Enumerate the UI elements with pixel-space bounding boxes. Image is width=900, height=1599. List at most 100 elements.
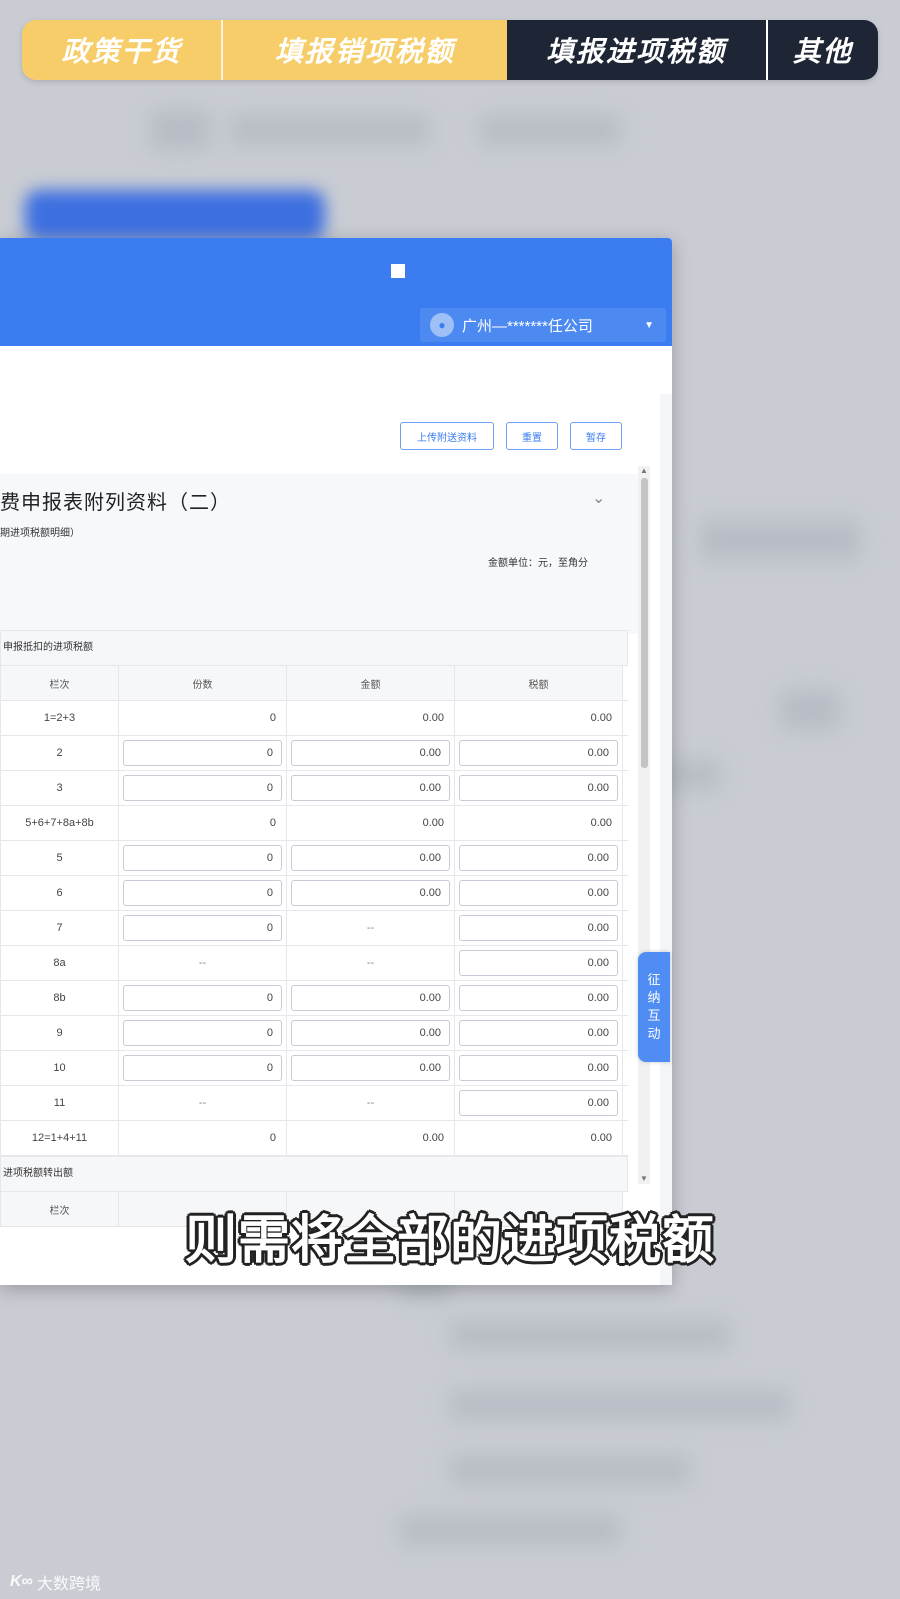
table-row: 11 -- -- 0.00 xyxy=(0,1086,628,1121)
computed-value: 0 xyxy=(269,1132,276,1144)
count-input[interactable]: 0 xyxy=(123,985,282,1011)
table-cell: 0 xyxy=(119,911,287,945)
save-draft-button[interactable]: 暂存 xyxy=(570,422,622,450)
tax-input[interactable]: 0.00 xyxy=(459,985,618,1011)
table-cell: 0.00 xyxy=(455,736,623,770)
row-label: 2 xyxy=(1,736,119,770)
tax-input[interactable]: 0.00 xyxy=(459,915,618,941)
table-row: 5+6+7+8a+8b 0 0.00 0.00 xyxy=(0,806,628,841)
row-label: 7 xyxy=(1,911,119,945)
row-label: 5+6+7+8a+8b xyxy=(1,806,119,840)
side-tab-char: 纳 xyxy=(647,990,661,1005)
tax-input[interactable]: 0.00 xyxy=(459,1090,618,1116)
amount-input[interactable]: 0.00 xyxy=(291,880,450,906)
table-cell: 0.00 xyxy=(455,911,623,945)
table-row: 8a -- -- 0.00 xyxy=(0,946,628,981)
table-row: 2 0 0.00 0.00 xyxy=(0,736,628,771)
count-input[interactable]: 0 xyxy=(123,845,282,871)
sub-header-strip xyxy=(0,346,672,394)
tax-input[interactable]: 0.00 xyxy=(459,880,618,906)
table-cell: 0.00 xyxy=(287,771,455,805)
section-title: 申报抵扣的进项税额 xyxy=(0,630,628,666)
table-cell: 0.00 xyxy=(455,1051,623,1085)
tax-input[interactable]: 0.00 xyxy=(459,775,618,801)
table-cell: 0 xyxy=(119,876,287,910)
amount-input[interactable]: 0.00 xyxy=(291,1055,450,1081)
count-input[interactable]: 0 xyxy=(123,880,282,906)
amount-input[interactable]: 0.00 xyxy=(291,845,450,871)
form-subtitle: 期进项税额明细） xyxy=(0,528,80,539)
tab-policy[interactable]: 政策干货 xyxy=(22,20,222,80)
upload-attachments-button[interactable]: 上传附送资料 xyxy=(400,422,494,450)
na-cell: -- xyxy=(119,946,287,980)
row-label: 11 xyxy=(1,1086,119,1120)
computed-value: 0.00 xyxy=(422,1132,444,1144)
table-row: 6 0 0.00 0.00 xyxy=(0,876,628,911)
table-cell: 0.00 xyxy=(455,771,623,805)
chevron-down-icon[interactable]: ⌄ xyxy=(592,488,605,508)
count-input[interactable]: 0 xyxy=(123,915,282,941)
table-row: 12=1+4+11 0 0.00 0.00 xyxy=(0,1121,628,1156)
table-cell: 0.00 xyxy=(455,946,623,980)
watermark-logo-icon: K∞ xyxy=(10,1573,33,1590)
computed-value: 0.00 xyxy=(590,712,612,724)
count-input[interactable]: 0 xyxy=(123,1020,282,1046)
company-account-dropdown[interactable]: ● 广州—*******任公司 ▼ xyxy=(420,308,666,342)
tax-form-window: ● 广州—*******任公司 ▼ 上传附送资料 重置 暂存 费申报表附列资料（… xyxy=(0,238,672,1285)
tax-interaction-side-button[interactable]: 征 纳 互 动 xyxy=(638,952,670,1062)
table-cell: 0.00 xyxy=(455,806,623,840)
count-input[interactable]: 0 xyxy=(123,1055,282,1081)
side-tab-char: 动 xyxy=(647,1026,661,1041)
row-label: 6 xyxy=(1,876,119,910)
tab-output-tax[interactable]: 填报销项税额 xyxy=(221,20,507,80)
table-row: 8b 0 0.00 0.00 xyxy=(0,981,628,1016)
table-header-row: 栏次 份数 金额 税额 xyxy=(0,666,628,701)
column-header: 份数 xyxy=(119,666,287,700)
column-header: 金额 xyxy=(287,666,455,700)
computed-value: 0 xyxy=(269,712,276,724)
row-label: 9 xyxy=(1,1016,119,1050)
user-icon: ● xyxy=(430,313,454,337)
table-cell: 0.00 xyxy=(455,876,623,910)
table-row: 5 0 0.00 0.00 xyxy=(0,841,628,876)
table-cell: 0 xyxy=(119,841,287,875)
row-label: 12=1+4+11 xyxy=(1,1121,119,1155)
row-label: 5 xyxy=(1,841,119,875)
table-cell: 0 xyxy=(119,981,287,1015)
scroll-up-icon[interactable]: ▲ xyxy=(640,466,648,475)
table-cell: 0.00 xyxy=(287,1051,455,1085)
count-input[interactable]: 0 xyxy=(123,740,282,766)
watermark: K∞ 大数跨境 xyxy=(10,1570,101,1594)
table-cell: 0.00 xyxy=(287,876,455,910)
amount-input[interactable]: 0.00 xyxy=(291,775,450,801)
watermark-text: 大数跨境 xyxy=(36,1576,101,1593)
scroll-down-icon[interactable]: ▼ xyxy=(640,1174,648,1183)
tax-input[interactable]: 0.00 xyxy=(459,1020,618,1046)
table-cell: 0 xyxy=(119,736,287,770)
table-row: 10 0 0.00 0.00 xyxy=(0,1051,628,1086)
tax-input[interactable]: 0.00 xyxy=(459,1055,618,1081)
tax-input[interactable]: 0.00 xyxy=(459,845,618,871)
table-cell: 0.00 xyxy=(455,841,623,875)
topic-tab-bar: 政策干货 填报销项税额 填报进项税额 其他 xyxy=(22,20,878,80)
side-tab-char: 互 xyxy=(647,1008,661,1023)
tax-input[interactable]: 0.00 xyxy=(459,950,618,976)
amount-input[interactable]: 0.00 xyxy=(291,740,450,766)
reset-button[interactable]: 重置 xyxy=(506,422,558,450)
tab-other[interactable]: 其他 xyxy=(765,20,878,80)
count-input[interactable]: 0 xyxy=(123,775,282,801)
scrollbar-thumb[interactable] xyxy=(641,478,648,768)
table-cell: 0.00 xyxy=(455,1121,623,1155)
table-cell: 0.00 xyxy=(455,701,623,735)
table-cell: 0 xyxy=(119,701,287,735)
table-cell: 0.00 xyxy=(287,841,455,875)
section-title: 进项税额转出额 xyxy=(0,1156,628,1192)
amount-input[interactable]: 0.00 xyxy=(291,1020,450,1046)
tab-input-tax[interactable]: 填报进项税额 xyxy=(506,20,766,80)
tax-input[interactable]: 0.00 xyxy=(459,740,618,766)
amount-input[interactable]: 0.00 xyxy=(291,985,450,1011)
table-cell: 0.00 xyxy=(455,1016,623,1050)
computed-value: 0.00 xyxy=(590,817,612,829)
computed-value: 0 xyxy=(269,817,276,829)
column-header: 栏次 xyxy=(1,666,119,700)
